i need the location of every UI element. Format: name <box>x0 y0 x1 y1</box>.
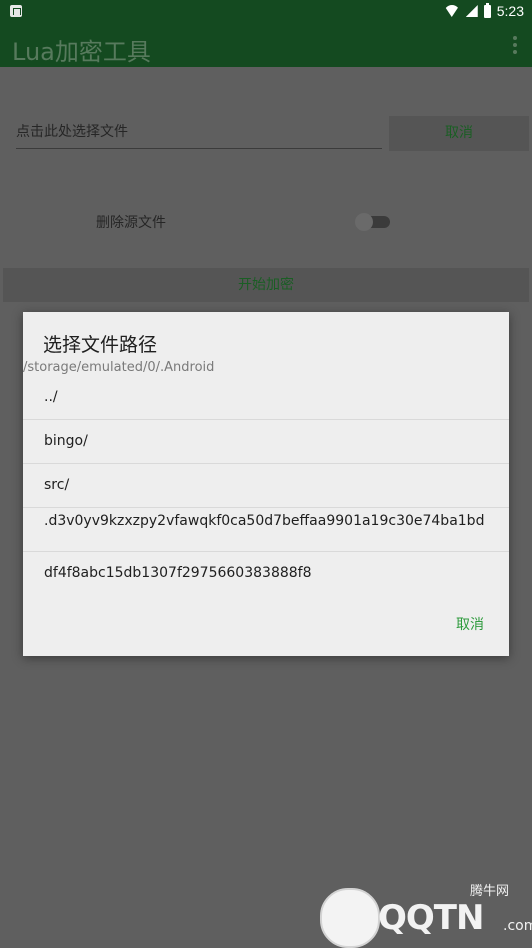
list-item-label: bingo/ <box>44 433 88 449</box>
watermark-suffix: .com <box>503 918 532 934</box>
start-encrypt-button[interactable]: 开始加密 <box>3 268 529 302</box>
file-select-field[interactable]: 点击此处选择文件 <box>16 116 382 149</box>
dialog-path: /storage/emulated/0/.Android <box>23 360 215 375</box>
app-title: Lua加密工具 <box>12 38 151 66</box>
list-item[interactable]: df4f8abc15db1307f2975660383888f8 <box>23 552 509 595</box>
status-right: 5:23 <box>443 2 524 19</box>
signal-icon <box>465 5 478 17</box>
list-item-label: df4f8abc15db1307f2975660383888f8 <box>44 565 312 581</box>
dialog-title: 选择文件路径 <box>43 334 158 356</box>
list-item[interactable]: .d3v0yv9kzxzpy2vfawqkf0ca50d7beffaa9901a… <box>23 508 509 552</box>
dialog-cancel-button[interactable]: 取消 <box>456 614 484 634</box>
watermark-badge: 腾牛网 <box>470 884 510 899</box>
status-time: 5:23 <box>496 3 524 19</box>
file-list: ../ bingo/ src/ .d3v0yv9kzxzpy2vfawqkf0c… <box>23 376 509 595</box>
status-bar: 5:23 <box>0 0 532 24</box>
list-item-label: src/ <box>44 477 70 493</box>
file-picker-dialog: 选择文件路径 /storage/emulated/0/.Android ../ … <box>23 312 509 656</box>
list-item[interactable]: ../ <box>23 376 509 420</box>
watermark: 腾牛网 QQTN .com <box>320 880 532 948</box>
watermark-brand: QQTN <box>378 898 484 938</box>
list-item[interactable]: bingo/ <box>23 420 509 464</box>
list-item-label: ../ <box>44 389 58 405</box>
more-vert-icon[interactable] <box>513 36 517 54</box>
wifi-icon <box>443 5 460 17</box>
app-bar: Lua加密工具 <box>0 24 532 67</box>
toggle-thumb[interactable] <box>355 213 373 231</box>
notification-icon <box>10 5 22 17</box>
watermark-logo-icon <box>320 888 380 948</box>
delete-source-label: 删除源文件 <box>96 215 166 231</box>
cancel-button[interactable]: 取消 <box>389 116 529 151</box>
list-item-label: .d3v0yv9kzxzpy2vfawqkf0ca50d7beffaa9901a… <box>44 513 485 529</box>
battery-icon <box>483 2 491 18</box>
list-item[interactable]: src/ <box>23 464 509 508</box>
